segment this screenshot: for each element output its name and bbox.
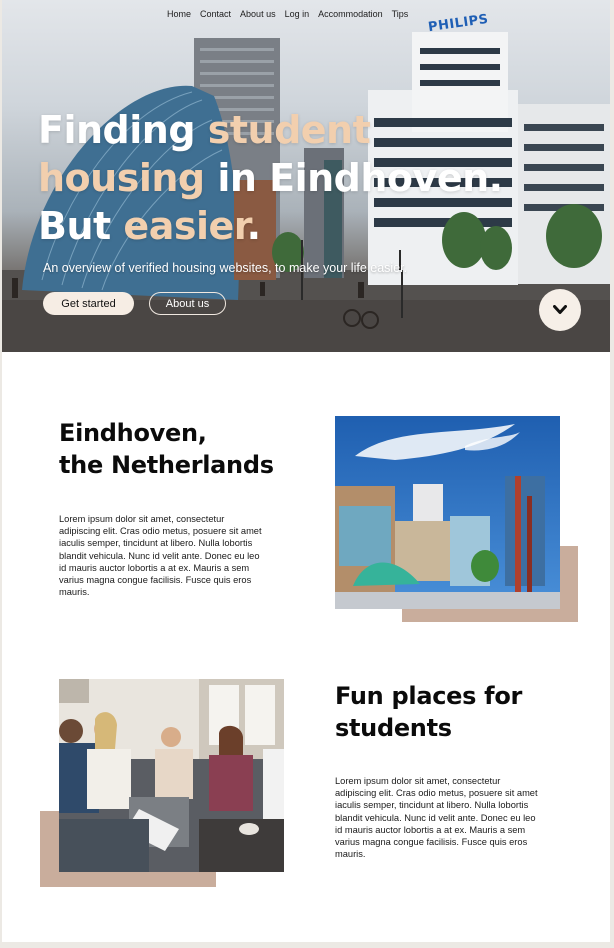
get-started-button[interactable]: Get started — [43, 292, 134, 315]
nav-contact[interactable]: Contact — [200, 9, 231, 19]
hero-section: PHILIPS Home Contact About us Log in Acc… — [2, 0, 610, 352]
hero-headline: Finding student housing in Eindhoven. Bu… — [38, 106, 508, 250]
nav-about-us[interactable]: About us — [240, 9, 276, 19]
headline-accent: housing — [38, 156, 205, 200]
nav-log-in[interactable]: Log in — [285, 9, 310, 19]
page: PHILIPS Home Contact About us Log in Acc… — [2, 0, 610, 942]
eindhoven-photo — [335, 416, 560, 609]
section-title-line: the Netherlands — [59, 451, 274, 479]
headline-accent: student — [207, 108, 371, 152]
section-body: Lorem ipsum dolor sit amet, consectetur … — [335, 776, 538, 860]
headline-text: Finding — [38, 108, 208, 152]
nav-accommodation[interactable]: Accommodation — [318, 9, 383, 19]
headline-text: . — [246, 204, 261, 248]
hero-subtitle: An overview of verified housing websites… — [43, 261, 408, 275]
scroll-down-button[interactable] — [539, 289, 581, 331]
headline-text: in Eindhoven. — [204, 156, 503, 200]
about-us-button[interactable]: About us — [149, 292, 226, 315]
section-title-line: Eindhoven, — [59, 419, 207, 447]
headline-text: But — [38, 204, 124, 248]
headline-accent: easier — [123, 204, 247, 248]
section-title: Fun places for students — [335, 680, 522, 744]
section-title-line: Fun places for — [335, 682, 523, 710]
top-nav: Home Contact About us Log in Accommodati… — [167, 9, 408, 19]
section-title-line: students — [335, 714, 452, 742]
students-photo — [59, 679, 284, 872]
nav-home[interactable]: Home — [167, 9, 191, 19]
section-body: Lorem ipsum dolor sit amet, consectetur … — [59, 514, 262, 598]
section-title: Eindhoven, the Netherlands — [59, 417, 274, 481]
nav-tips[interactable]: Tips — [392, 9, 409, 19]
chevron-down-icon — [553, 303, 567, 318]
